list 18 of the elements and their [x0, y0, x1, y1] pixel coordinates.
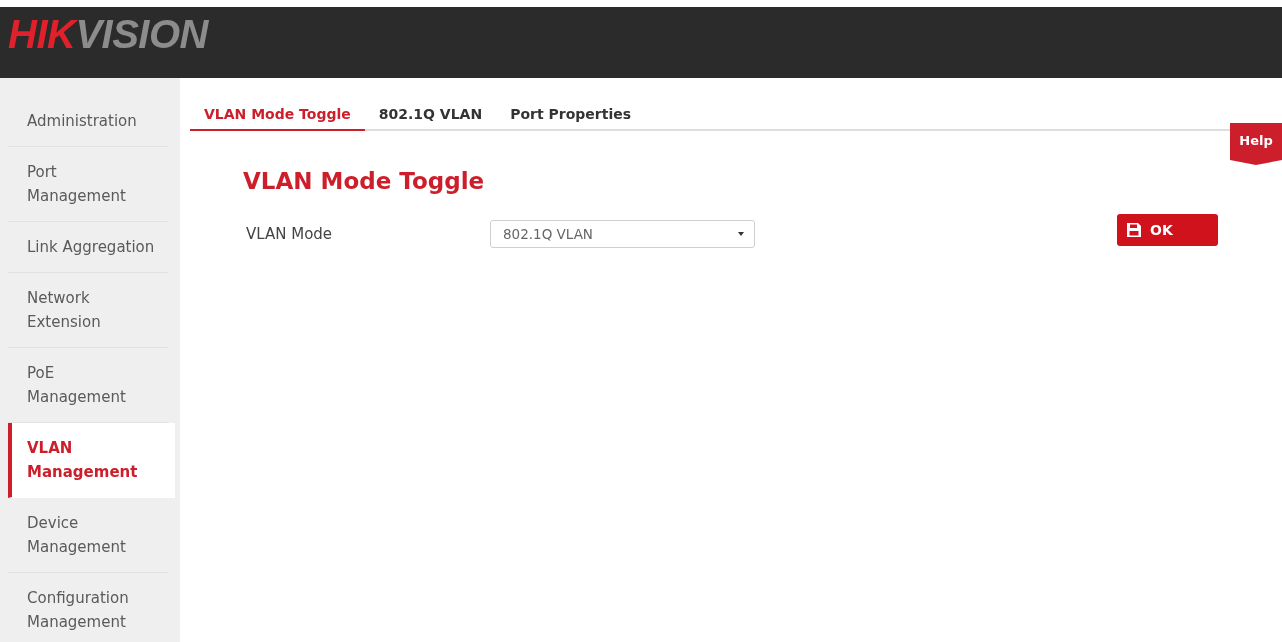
field-label: VLAN Mode — [245, 224, 334, 244]
caret-icon — [738, 232, 744, 236]
brand-logo: HIKVISION — [8, 11, 208, 57]
sidebar-item[interactable]: VLAN Management — [8, 423, 175, 498]
sidebar-item[interactable]: Port Management — [8, 147, 168, 222]
ok-button[interactable]: OK — [1117, 214, 1218, 246]
vlan-mode-dropdown[interactable]: 802.1Q VLAN — [490, 220, 755, 248]
section-title: VLAN Mode Toggle — [243, 167, 486, 196]
tab[interactable]: Port Properties — [496, 98, 646, 131]
sidebar-item[interactable]: Configuration Management — [8, 573, 168, 642]
tab[interactable]: VLAN Mode Toggle — [190, 98, 365, 131]
tab[interactable]: 802.1Q VLAN — [364, 98, 497, 131]
help-tab[interactable]: Help — [1230, 123, 1282, 165]
sidebar-item[interactable]: Network Extension — [8, 273, 168, 348]
sidebar-item[interactable]: Administration — [8, 96, 168, 147]
save-icon — [1126, 222, 1142, 238]
sidebar-item[interactable]: Link Aggregation — [8, 222, 168, 273]
sidebar-item[interactable]: Device Management — [8, 498, 168, 573]
